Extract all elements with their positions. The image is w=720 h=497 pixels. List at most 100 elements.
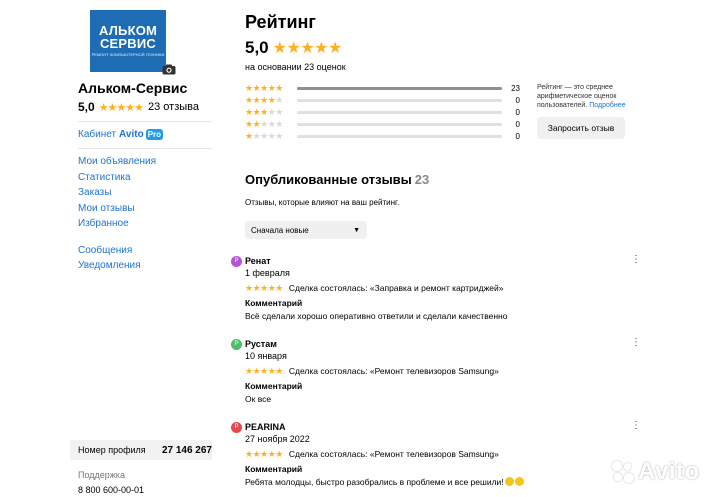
review-item: P PEARINA ⋮ 27 ноября 2022 ★★★★★ Сделка состо…	[231, 421, 641, 488]
more-options-icon[interactable]: ⋮	[631, 421, 641, 431]
distribution-bar	[297, 86, 502, 90]
reviewer-avatar[interactable]: P	[231, 421, 242, 433]
deal-text: Сделка состоялась: «Заправка и ремонт ка…	[288, 283, 504, 293]
sidebar-item-messages[interactable]: Сообщения	[78, 245, 156, 261]
sidebar: АЛЬКОМ СЕРВИС РЕМОНТ КОМПЬЮТЕРНОЙ ТЕХНИК…	[70, 0, 212, 497]
distribution-bar	[297, 110, 502, 114]
sidebar-item-my-ads[interactable]: Мои объявления	[78, 156, 156, 172]
reviewer-avatar[interactable]: Р	[231, 338, 242, 350]
distribution-stars-icon: ★★★★★	[245, 82, 283, 93]
nav-gap	[78, 234, 156, 245]
sidebar-item-favorites[interactable]: Избранное	[78, 218, 156, 234]
reviewer-avatar[interactable]: Р	[231, 255, 242, 267]
deal-text: Сделка состоялась: «Ремонт телевизоров S…	[288, 449, 499, 459]
support-phone[interactable]: 8 800 600-00-01	[78, 485, 144, 495]
distribution-row: ★★★★★ 23	[245, 82, 520, 94]
review-item: Р Ренат ⋮ 1 февраля ★★★★★ Сделка состоялась: …	[231, 255, 641, 322]
comment-text-row: Ребята молодцы, быстро разобрались в про…	[245, 477, 641, 488]
rating-stars-icon: ★★★★★	[98, 101, 144, 114]
review-date: 10 января	[245, 351, 287, 361]
published-subtitle: Отзывы, которые влияют на ваш рейтинг.	[245, 198, 400, 207]
review-item: Р Рустам ⋮ 10 января ★★★★★ Сделка состоялась:…	[231, 338, 641, 405]
review-deal: ★★★★★ Сделка состоялась: «Заправка и ремо…	[245, 282, 641, 294]
distribution-bar-fill	[297, 86, 502, 90]
reviewer-name[interactable]: Рустам	[245, 339, 277, 349]
rating-value: 5,0	[78, 100, 95, 114]
distribution-count: 23	[511, 83, 520, 93]
comment-text: Всё сделали хорошо оперативно ответили и…	[245, 311, 508, 321]
cabinet-label: Кабинет	[78, 129, 117, 140]
more-options-icon[interactable]: ⋮	[631, 338, 641, 348]
published-title-text: Опубликованные отзывы	[245, 172, 412, 187]
distribution-row: ★★★★★ 0	[245, 130, 520, 142]
camera-icon[interactable]	[162, 64, 176, 75]
overall-rating: 5,0 ★★★★★	[245, 38, 342, 58]
comment-title: Комментарий	[245, 298, 303, 308]
distribution-row: ★★★★★ 0	[245, 94, 520, 106]
review-stars-icon: ★★★★★	[245, 448, 283, 459]
distribution-row: ★★★★★ 0	[245, 118, 520, 130]
comment-text: Ребята молодцы, быстро разобрались в про…	[245, 477, 504, 487]
watermark-text: Avito	[638, 458, 700, 485]
avito-dots-icon	[612, 461, 634, 483]
company-logo: АЛЬКОМ СЕРВИС РЕМОНТ КОМПЬЮТЕРНОЙ ТЕХНИК…	[90, 10, 166, 72]
comment-text-row: Всё сделали хорошо оперативно ответили и…	[245, 311, 641, 322]
deal-text: Сделка состоялась: «Ремонт телевизоров S…	[288, 366, 499, 376]
rating-info: Рейтинг — это среднее арифметическое оце…	[537, 83, 637, 110]
pro-badge: Pro	[145, 129, 164, 140]
seller-rating: 5,0 ★★★★★ 23 отзыва	[78, 100, 199, 114]
review-deal: ★★★★★ Сделка состоялась: «Ремонт телевизо…	[245, 365, 641, 377]
overall-rating-value: 5,0	[245, 38, 269, 57]
comment-text: Ок все	[245, 394, 272, 404]
distribution-stars-icon: ★★★★★	[245, 118, 283, 129]
distribution-bar	[297, 122, 502, 126]
company-name[interactable]: Альком-Сервис	[78, 80, 187, 96]
distribution-row: ★★★★★ 0	[245, 106, 520, 118]
more-info-link[interactable]: Подробнее	[589, 102, 625, 109]
sort-value: Сначала новые	[251, 225, 309, 235]
published-count: 23	[414, 172, 430, 187]
emoji-icon	[504, 477, 514, 486]
sidebar-nav: Мои объявления Статистика Заказы Мои отз…	[78, 156, 156, 276]
published-reviews-title: Опубликованные отзывы 23	[245, 172, 429, 187]
distribution-bar	[297, 98, 502, 102]
distribution-stars-icon: ★★★★★	[245, 106, 283, 117]
logo-line3: РЕМОНТ КОМПЬЮТЕРНОЙ ТЕХНИКИ	[91, 52, 165, 57]
overall-stars-icon: ★★★★★	[272, 40, 343, 57]
chevron-down-icon: ▼	[353, 226, 360, 234]
divider	[78, 121, 212, 122]
comment-title: Комментарий	[245, 381, 303, 391]
sidebar-item-notifications[interactable]: Уведомления	[78, 260, 156, 276]
avito-label: Avito	[119, 129, 144, 140]
more-options-icon[interactable]: ⋮	[631, 255, 641, 265]
reviews-count-link[interactable]: 23 отзыва	[148, 101, 199, 113]
review-date: 27 ноября 2022	[245, 434, 310, 444]
review-date: 1 февраля	[245, 268, 290, 278]
distribution-count: 0	[515, 131, 520, 141]
distribution-stars-icon: ★★★★★	[245, 94, 283, 105]
based-on-text: на основании 23 оценок	[245, 62, 346, 72]
avito-pro-cabinet-link[interactable]: Кабинет Avito Pro	[78, 129, 164, 140]
page-title: Рейтинг	[245, 12, 316, 32]
comment-text-row: Ок все	[245, 394, 641, 405]
sort-dropdown[interactable]: Сначала новые ▼	[245, 221, 367, 239]
reviewer-name[interactable]: Ренат	[245, 256, 271, 266]
distribution-count: 0	[515, 95, 520, 105]
sidebar-item-statistics[interactable]: Статистика	[78, 172, 156, 188]
distribution-stars-icon: ★★★★★	[245, 130, 283, 141]
sidebar-item-my-reviews[interactable]: Мои отзывы	[78, 203, 156, 219]
reviewer-name[interactable]: PEARINA	[245, 422, 286, 432]
rating-distribution: ★★★★★ 23 ★★★★★ 0 ★★★★★ 0 ★★★★★ 0 ★★★★★ 0	[245, 82, 520, 142]
support-label: Поддержка	[78, 470, 125, 480]
divider	[78, 148, 212, 149]
logo-line2: СЕРВИС	[99, 36, 157, 51]
comment-title: Комментарий	[245, 464, 303, 474]
sidebar-item-orders[interactable]: Заказы	[78, 187, 156, 203]
distribution-count: 0	[515, 107, 520, 117]
profile-number-value: 27 146 267	[161, 444, 212, 456]
request-review-button[interactable]: Запросить отзыв	[537, 117, 625, 139]
review-stars-icon: ★★★★★	[245, 365, 283, 376]
review-stars-icon: ★★★★★	[245, 282, 283, 293]
profile-number-label: Номер профиля	[78, 445, 146, 455]
profile-number-row: Номер профиля 27 146 267	[70, 440, 212, 460]
